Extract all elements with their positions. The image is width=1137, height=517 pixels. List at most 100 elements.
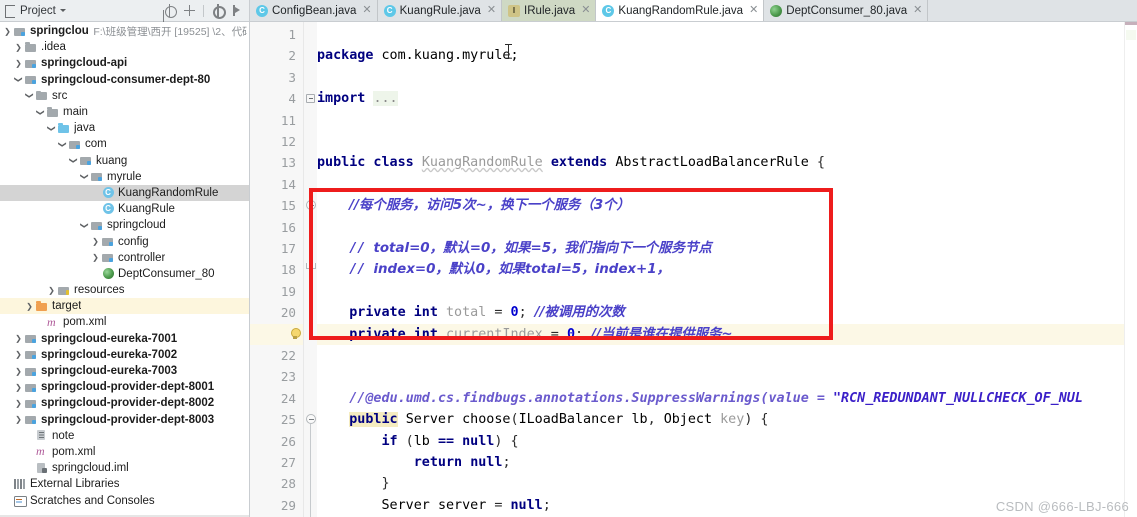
code-line[interactable]: //@edu.umd.cs.findbugs.annotations.Suppr… (317, 388, 1137, 409)
tree-node-.idea[interactable]: ❯ .idea (0, 39, 249, 55)
tree-node-kuangrandomrule[interactable]: KuangRandomRule (0, 184, 249, 202)
tree-node-resources[interactable]: ❯ resources (0, 282, 249, 298)
close-icon[interactable]: ✕ (749, 5, 758, 16)
code-line[interactable]: } (317, 473, 1137, 494)
code-editor[interactable]: 1234111213141516171819202122232425262728… (250, 22, 1137, 517)
tree-node-com[interactable]: ❯ com (0, 136, 249, 152)
tree-node-note[interactable]: note (0, 428, 249, 444)
code-line[interactable] (317, 366, 1137, 387)
editor-tab-configbean[interactable]: C ConfigBean.java ✕ (250, 0, 378, 21)
tree-node-scratchesandconsoles[interactable]: Scratches and Consoles (0, 492, 249, 508)
tree-node-target[interactable]: ❯ target (0, 298, 249, 315)
chevron-right-icon[interactable]: ❯ (13, 367, 24, 376)
tree-node-springcloud-eureka-7001[interactable]: ❯ springcloud-eureka-7001 (0, 331, 249, 347)
tree-node-springcloud.iml[interactable]: springcloud.iml (0, 460, 249, 476)
tree-node-springcloud-provider-dept-8002[interactable]: ❯ springcloud-provider-dept-8002 (0, 395, 249, 411)
code-line[interactable] (317, 281, 1137, 302)
code-content[interactable]: package com.kuang.myrule; import ... publi… (317, 22, 1137, 517)
tree-node-springcloud-api[interactable]: ❯ springcloud-api (0, 55, 249, 71)
chevron-right-icon[interactable]: ❯ (46, 286, 57, 295)
code-line[interactable]: //每个服务，访问5次~，换下一个服务（3个） (317, 195, 1137, 216)
code-line[interactable]: public class KuangRandomRule extends Abs… (317, 152, 1137, 173)
code-line[interactable]: import ... (317, 88, 1137, 109)
fold-collapse-icon[interactable] (305, 200, 316, 211)
fold-collapsed-import-icon[interactable] (306, 94, 315, 104)
chevron-down-icon[interactable]: ❯ (25, 90, 34, 101)
tree-node-kuang[interactable]: ❯ kuang (0, 153, 249, 169)
tree-node-springcloud-eureka-7003[interactable]: ❯ springcloud-eureka-7003 (0, 363, 249, 379)
chevron-right-icon[interactable]: ❯ (24, 302, 35, 311)
fold-collapse-icon[interactable] (305, 414, 316, 425)
intention-bulb-icon[interactable] (290, 327, 301, 340)
settings-gear-icon[interactable] (211, 4, 226, 19)
code-line[interactable]: private int total = 0; //被调用的次数 (317, 302, 1137, 323)
code-line[interactable] (317, 110, 1137, 131)
tree-node-springcloud-consumer-dept-80[interactable]: ❯ springcloud-consumer-dept-80 (0, 72, 249, 88)
tree-node-springcloud[interactable]: ❯ springcloud F:\班级管理\西开 [19525] \2、代码\sp (0, 23, 249, 39)
chevron-down-icon[interactable]: ❯ (14, 74, 23, 85)
chevron-down-icon[interactable] (59, 9, 66, 12)
tree-node-pom.xml[interactable]: pom.xml (0, 444, 249, 460)
chevron-right-icon[interactable]: ❯ (13, 350, 24, 359)
tree-node-springcloud[interactable]: ❯ springcloud (0, 217, 249, 233)
chevron-right-icon[interactable]: ❯ (13, 59, 24, 68)
code-line[interactable]: if (lb == null) { (317, 431, 1137, 452)
tree-node-springcloud-provider-dept-8001[interactable]: ❯ springcloud-provider-dept-8001 (0, 379, 249, 395)
code-line[interactable]: // index=0，默认0，如果total=5，index+1， (317, 259, 1137, 280)
code-line[interactable]: return null; (317, 452, 1137, 473)
tree-node-springcloud-provider-dept-8003[interactable]: ❯ springcloud-provider-dept-8003 (0, 412, 249, 428)
code-line[interactable] (317, 67, 1137, 88)
code-line[interactable] (317, 217, 1137, 238)
chevron-down-icon[interactable]: ❯ (58, 139, 67, 150)
tree-node-pom.xml[interactable]: pom.xml (0, 314, 249, 330)
tree-node-main[interactable]: ❯ main (0, 104, 249, 120)
chevron-right-icon[interactable]: ❯ (90, 253, 101, 262)
code-line[interactable] (317, 174, 1137, 195)
tree-node-src[interactable]: ❯ src (0, 88, 249, 104)
collapse-all-icon[interactable] (183, 4, 196, 17)
code-folding-strip[interactable] (304, 22, 317, 517)
code-line[interactable]: // total=0，默认=0，如果=5，我们指向下一个服务节点 (317, 238, 1137, 259)
editor-tab-deptconsumer_80[interactable]: DeptConsumer_80.java ✕ (764, 0, 929, 21)
tree-node-config[interactable]: ❯ config (0, 233, 249, 249)
project-panel-title[interactable]: Project (20, 5, 56, 17)
project-tree-panel[interactable]: ❯springcloudF:\班级管理\西开 [19525] \2、代码\sp❯… (0, 22, 250, 517)
close-icon[interactable]: ✕ (487, 5, 496, 16)
chevron-down-icon[interactable]: ❯ (36, 107, 45, 118)
close-icon[interactable]: ✕ (913, 5, 922, 16)
chevron-right-icon[interactable]: ❯ (13, 399, 24, 408)
tree-node-deptconsumer_80[interactable]: DeptConsumer_80 (0, 266, 249, 282)
code-line[interactable]: public Server choose(ILoadBalancer lb, O… (317, 409, 1137, 430)
editor-tab-kuangrule[interactable]: C KuangRule.java ✕ (377, 0, 503, 21)
tree-node-kuangrule[interactable]: KuangRule (0, 201, 249, 217)
tree-node-externallibraries[interactable]: External Libraries (0, 476, 249, 492)
editor-tab-kuangrandomrule[interactable]: C KuangRandomRule.java ✕ (596, 0, 765, 21)
marker-warning[interactable] (1126, 30, 1136, 40)
code-line[interactable]: package com.kuang.myrule; (317, 45, 1137, 66)
tree-node-java[interactable]: ❯ java (0, 120, 249, 136)
chevron-right-icon[interactable]: ❯ (90, 237, 101, 246)
code-line[interactable] (317, 24, 1137, 45)
hide-panel-icon[interactable] (231, 4, 244, 17)
tree-node-springcloud-eureka-7002[interactable]: ❯ springcloud-eureka-7002 (0, 347, 249, 363)
code-line[interactable] (317, 131, 1137, 152)
close-icon[interactable]: ✕ (362, 5, 371, 16)
chevron-down-icon[interactable]: ❯ (69, 155, 78, 166)
chevron-right-icon[interactable]: ❯ (13, 415, 24, 424)
editor-tab-irule[interactable]: I IRule.java ✕ (502, 0, 597, 21)
chevron-right-icon[interactable]: ❯ (13, 383, 24, 392)
code-line[interactable]: private int currentIndex = 0; //当前是谁在提供服… (317, 324, 1137, 345)
chevron-down-icon[interactable]: ❯ (80, 171, 89, 182)
chevron-right-icon[interactable]: ❯ (13, 334, 24, 343)
locate-in-tree-icon[interactable] (163, 4, 177, 18)
code-line[interactable] (317, 345, 1137, 366)
chevron-right-icon[interactable]: ❯ (2, 27, 13, 36)
tree-node-myrule[interactable]: ❯ myrule (0, 169, 249, 185)
close-icon[interactable]: ✕ (581, 5, 590, 16)
editor-gutter[interactable]: 1234111213141516171819202122232425262728… (250, 22, 304, 517)
error-marker-strip[interactable] (1124, 22, 1137, 517)
chevron-down-icon[interactable]: ❯ (80, 220, 89, 231)
tree-node-controller[interactable]: ❯ controller (0, 250, 249, 266)
chevron-right-icon[interactable]: ❯ (13, 43, 24, 52)
chevron-down-icon[interactable]: ❯ (47, 123, 56, 134)
